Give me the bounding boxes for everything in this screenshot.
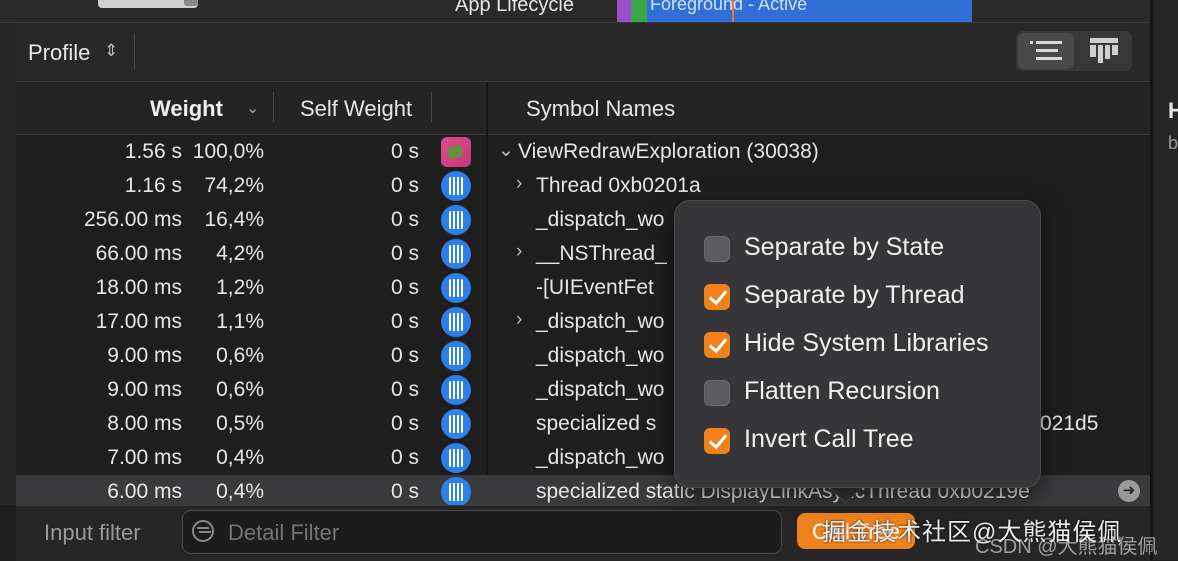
symbol-address-tail: 021d5 bbox=[1040, 412, 1099, 435]
self-weight-cell: 0 s bbox=[390, 276, 419, 299]
option-checkbox[interactable] bbox=[704, 236, 730, 262]
symbol-name-cell: Thread 0xb0201a bbox=[536, 174, 701, 197]
symbol-name-cell: _dispatch_wo bbox=[536, 344, 665, 367]
option-label: Flatten Recursion bbox=[744, 377, 940, 405]
track-label: App Lifecycle bbox=[455, 0, 574, 16]
sort-chevron-icon: ⌄ bbox=[246, 100, 260, 117]
weight-cell: 9.00 ms bbox=[107, 344, 182, 367]
thread-icon bbox=[441, 307, 471, 337]
disclosure-closed-icon[interactable]: › bbox=[516, 309, 522, 331]
thread-icon bbox=[441, 375, 471, 405]
thread-icon bbox=[441, 477, 471, 507]
detail-filter-input[interactable] bbox=[228, 520, 768, 546]
option-checkbox[interactable] bbox=[704, 380, 730, 406]
option-checkbox[interactable] bbox=[704, 284, 730, 310]
app-icon bbox=[441, 137, 471, 167]
self-weight-cell: 0 s bbox=[390, 480, 419, 503]
percent-cell: 0,6% bbox=[216, 378, 264, 401]
symbol-name-cell: _dispatch_wo bbox=[536, 208, 665, 231]
updown-chevron-icon: ⇕ bbox=[104, 41, 119, 60]
option-checkbox[interactable] bbox=[704, 332, 730, 358]
weight-cell: 18.00 ms bbox=[95, 276, 182, 299]
symbol-name-cell: _dispatch_wo bbox=[536, 446, 665, 469]
weight-cell: 256.00 ms bbox=[83, 208, 182, 231]
percent-cell: 1,2% bbox=[216, 276, 264, 299]
weight-cell: 8.00 ms bbox=[107, 412, 182, 435]
option-label: Separate by Thread bbox=[744, 281, 965, 309]
thread-icon bbox=[441, 239, 471, 269]
option-label: Separate by State bbox=[744, 233, 945, 261]
column-separator[interactable] bbox=[431, 92, 432, 122]
thread-icon bbox=[441, 443, 471, 473]
self-weight-cell: 0 s bbox=[390, 174, 419, 197]
symbol-name-cell: _dispatch_wo bbox=[536, 310, 665, 333]
disclosure-closed-icon[interactable]: › bbox=[516, 173, 522, 195]
lane-label: Foreground - Active bbox=[650, 0, 808, 14]
percent-cell: 16,4% bbox=[204, 208, 264, 231]
self-weight-cell: 0 s bbox=[390, 242, 419, 265]
symbol-name-cell: specialized s bbox=[536, 412, 657, 435]
self-weight-cell: 0 s bbox=[390, 140, 419, 163]
self-weight-cell: 0 s bbox=[390, 310, 419, 333]
lifecycle-lane-segment[interactable] bbox=[631, 0, 647, 22]
weight-cell: 6.00 ms bbox=[107, 480, 182, 503]
weight-cell: 66.00 ms bbox=[95, 242, 182, 265]
percent-cell: 0,5% bbox=[216, 412, 264, 435]
weight-cell: 9.00 ms bbox=[107, 378, 182, 401]
symbol-name-cell: __NSThread_ bbox=[536, 242, 667, 265]
inspector-heading: H bbox=[1168, 98, 1178, 123]
self-weight-cell: 0 s bbox=[390, 412, 419, 435]
flame-graph-icon[interactable] bbox=[1090, 38, 1118, 64]
percent-cell: 1,1% bbox=[216, 310, 264, 333]
column-separator[interactable] bbox=[273, 92, 274, 122]
option-label: Hide System Libraries bbox=[744, 329, 989, 357]
left-gutter bbox=[0, 23, 16, 505]
percent-cell: 0,4% bbox=[216, 480, 264, 503]
self-weight-cell: 0 s bbox=[390, 208, 419, 231]
input-filter-label[interactable]: Input filter bbox=[44, 520, 141, 546]
weight-cell: 1.56 s bbox=[124, 140, 182, 163]
disclosure-open-icon[interactable]: ⌄ bbox=[498, 139, 514, 162]
thread-icon bbox=[441, 171, 471, 201]
percent-cell: 4,2% bbox=[216, 242, 264, 265]
self-weight-column-header[interactable]: Self Weight bbox=[300, 96, 412, 122]
list-icon bbox=[1030, 41, 1062, 60]
profile-popup-button[interactable]: Profile bbox=[28, 40, 90, 66]
watermark-text-secondary: CSDN @大熊猫侯佩 bbox=[975, 536, 1158, 558]
weight-column-header[interactable]: Weight bbox=[150, 96, 223, 122]
symbol-name-cell: -[UIEventFet bbox=[536, 276, 654, 299]
popup-chevron-icon bbox=[184, 0, 198, 6]
symbol-names-column-header[interactable]: Symbol Names bbox=[526, 96, 675, 122]
weight-cell: 7.00 ms bbox=[107, 446, 182, 469]
percent-cell: 74,2% bbox=[204, 174, 264, 197]
table-row[interactable]: › 1.16 s 74,2% 0 s Thread 0xb0201a bbox=[16, 169, 1150, 203]
thread-icon bbox=[441, 205, 471, 235]
self-weight-cell: 0 s bbox=[390, 378, 419, 401]
detail-toolbar bbox=[16, 23, 1150, 82]
self-weight-cell: 0 s bbox=[390, 446, 419, 469]
thread-icon bbox=[441, 409, 471, 439]
thread-icon bbox=[441, 273, 471, 303]
percent-cell: 0,6% bbox=[216, 344, 264, 367]
filter-icon bbox=[192, 520, 214, 542]
weight-cell: 17.00 ms bbox=[95, 310, 182, 333]
percent-cell: 0,4% bbox=[216, 446, 264, 469]
option-checkbox[interactable] bbox=[704, 428, 730, 454]
symbol-name-cell: ViewRedrawExploration (30038) bbox=[518, 140, 819, 163]
self-weight-cell: 0 s bbox=[390, 344, 419, 367]
lifecycle-lane-segment[interactable] bbox=[617, 0, 631, 22]
symbol-name-cell: _dispatch_wo bbox=[536, 378, 665, 401]
option-label: Invert Call Tree bbox=[744, 425, 914, 453]
go-to-arrow-icon[interactable]: ➜ bbox=[1118, 480, 1140, 502]
percent-cell: 100,0% bbox=[192, 140, 264, 163]
inspector-subtext: b bbox=[1168, 133, 1178, 153]
thread-icon bbox=[441, 341, 471, 371]
toolbar-separator bbox=[134, 33, 135, 69]
inspector-panel bbox=[1153, 0, 1178, 560]
disclosure-closed-icon[interactable]: › bbox=[516, 241, 522, 263]
weight-cell: 1.16 s bbox=[124, 174, 182, 197]
table-row[interactable]: ⌄ 1.56 s 100,0% 0 s ViewRedrawExploration (3… bbox=[16, 135, 1150, 169]
track-popup-button[interactable] bbox=[98, 0, 198, 8]
